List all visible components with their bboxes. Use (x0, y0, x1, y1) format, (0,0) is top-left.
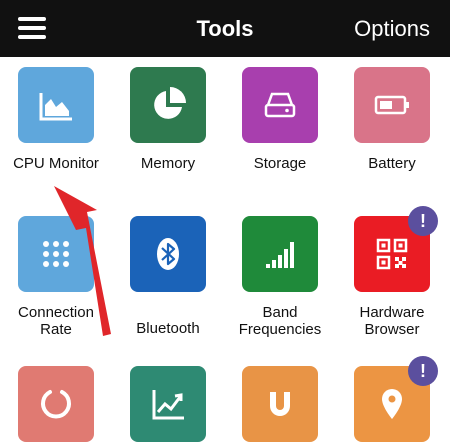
tile-icon-box (242, 67, 318, 143)
tile-icon-box (18, 366, 94, 442)
tile-label: Storage (253, 155, 307, 172)
tile-icon-box: ! (354, 356, 438, 442)
ring-icon (41, 390, 71, 419)
tile-icon-box (354, 67, 430, 143)
location-pin-icon (382, 389, 402, 419)
alert-badge: ! (408, 206, 438, 236)
signal-bars-icon (266, 242, 294, 268)
tile-label: Band Frequencies (238, 304, 322, 338)
tile-icon-box (18, 216, 94, 292)
pie-chart-icon (154, 87, 186, 119)
options-button[interactable]: Options (354, 16, 430, 42)
tile-icon-box: ! (354, 206, 438, 292)
tile-label: CPU Monitor (13, 155, 99, 172)
tile-label: Memory (140, 155, 196, 172)
hard-drive-icon (264, 92, 296, 118)
tile-icon-box (130, 216, 206, 292)
alert-badge: ! (408, 356, 438, 386)
tile-label: Bluetooth (136, 320, 200, 337)
tile-icon-box (242, 216, 318, 292)
area-chart-icon (39, 93, 72, 121)
battery-icon (374, 95, 409, 115)
tile-icon-box (130, 67, 206, 143)
tile-label: Connection Rate (18, 304, 94, 338)
tile-icon-box (18, 67, 94, 143)
trend-chart-icon (152, 390, 184, 420)
tile-icon-box (130, 366, 206, 442)
magnet-icon (270, 392, 290, 416)
bluetooth-icon (157, 238, 179, 270)
tile-icon-box (242, 366, 318, 442)
tile-label: Hardware Browser (359, 304, 425, 338)
tile-label: Battery (368, 155, 416, 172)
top-bar: Tools Options (0, 0, 450, 57)
qr-code-icon (376, 238, 408, 270)
dots-grid-icon (43, 241, 69, 267)
